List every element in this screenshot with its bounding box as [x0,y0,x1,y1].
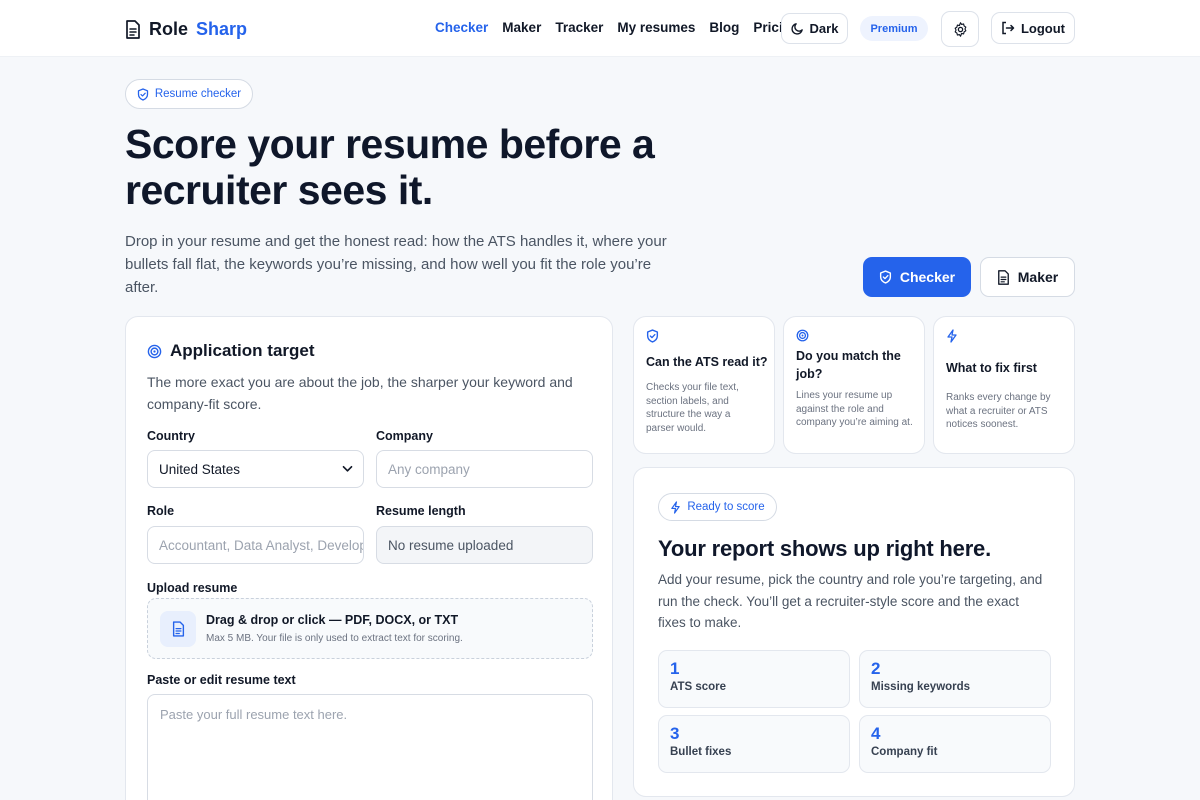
application-target-heading: Application target [147,341,315,361]
ready-to-score-badge: Ready to score [658,493,777,521]
chevron-down-icon [342,465,353,473]
report-subtitle: Add your resume, pick the country and ro… [658,572,1043,630]
application-target-title: Application target [170,341,315,360]
upload-title: Drag & drop or click — PDF, DOCX, or TXT [206,613,459,627]
feature-text: Lines your resume up against the role an… [796,390,913,428]
country-select[interactable]: United States [147,450,364,488]
feature-text: Ranks every change by what a recruiter o… [946,392,1051,430]
step-number: 2 [871,659,881,678]
country-label: Country [147,429,195,443]
report-step-company-fit: 4 Company fit [859,715,1051,773]
step-label: Missing keywords [871,681,971,693]
feature-title: Do you match the job? [796,349,901,381]
role-label: Role [147,504,175,518]
resume-length-field: No resume uploaded [376,526,593,564]
brand-name-part1: Role [149,18,189,39]
role-input[interactable]: Accountant, Data Analyst, Developer [147,526,364,564]
shield-icon [137,87,149,101]
resume-length-label: Resume length [376,504,466,518]
page-title: Score your resume before a recruiter see… [125,121,655,213]
feature-text: Checks your file text, section labels, a… [646,382,739,434]
logout-button[interactable]: Logout [991,12,1075,44]
report-step-ats-score: 1 ATS score [658,650,850,708]
hero-description: Drop in your resume and get the honest r… [125,233,667,296]
company-input[interactable]: Any company [376,450,593,488]
feature-card-ats: Can the ATS read it? Checks your file te… [633,316,775,454]
upload-note: Max 5 MB. Your file is only used to extr… [206,633,463,644]
company-label: Company [376,429,433,443]
feature-card-fix: What to fix first Ranks every change by … [933,316,1075,454]
target-icon [147,344,162,359]
logout-label: Logout [1020,20,1066,36]
ready-badge-label: Ready to score [687,501,765,513]
step-number: 4 [871,724,881,743]
step-number: 3 [670,724,680,743]
report-step-missing-keywords: 2 Missing keywords [859,650,1051,708]
upload-dropzone[interactable]: Drag & drop or click — PDF, DOCX, or TXT… [147,598,593,659]
badge-label: Resume checker [154,88,242,100]
brand-logo[interactable]: Role Sharp [125,17,247,41]
feature-title: What to fix first [946,361,1037,375]
checker-button[interactable]: Checker [863,257,971,297]
nav-checker[interactable]: Checker [435,20,488,35]
report-step-bullet-fixes: 3 Bullet fixes [658,715,850,773]
brand-name-part2: Sharp [196,18,248,39]
document-icon [997,269,1010,285]
file-icon [160,611,196,647]
bolt-icon [670,500,681,514]
maker-button-label: Maker [1017,269,1059,285]
nav-tracker[interactable]: Tracker [555,20,603,35]
report-placeholder-card: Ready to score Your report shows up righ… [633,467,1075,797]
shield-icon [879,270,892,284]
nav-blog[interactable]: Blog [709,20,739,35]
step-number: 1 [670,659,680,678]
checker-button-label: Checker [899,269,956,285]
maker-button[interactable]: Maker [980,257,1075,297]
bolt-icon [946,329,958,343]
nav-maker[interactable]: Maker [502,20,541,35]
application-target-subtitle: The more exact you are about the job, th… [147,374,573,412]
paste-resume-label: Paste or edit resume text [147,673,296,687]
top-navigation-bar: Role Sharp Checker Maker Tracker My resum… [0,0,1200,57]
moon-icon [790,22,804,35]
settings-button[interactable] [941,11,979,47]
application-target-card: Application target The more exact you ar… [125,316,613,800]
theme-toggle-label: Dark [809,21,839,36]
gear-icon [952,21,969,38]
target-icon [796,329,809,342]
feature-title: Can the ATS read it? [646,355,768,369]
logout-icon [1001,21,1015,35]
theme-toggle-button[interactable]: Dark [781,13,848,44]
shield-icon [646,329,659,343]
country-select-value: United States [159,461,241,477]
upload-resume-label: Upload resume [147,581,238,595]
report-title: Your report shows up right here. [658,536,991,561]
resume-checker-badge: Resume checker [125,79,253,109]
resume-text-area[interactable]: Paste your full resume text here. [147,694,593,800]
document-icon [125,19,141,39]
nav-my-resumes[interactable]: My resumes [617,20,695,35]
premium-badge[interactable]: Premium [860,16,928,41]
feature-card-match: Do you match the job? Lines your resume … [783,316,925,454]
step-label: ATS score [670,681,727,693]
step-label: Bullet fixes [670,746,732,758]
main-nav: Checker Maker Tracker My resumes Blog Pr… [435,20,799,35]
step-label: Company fit [871,746,938,758]
